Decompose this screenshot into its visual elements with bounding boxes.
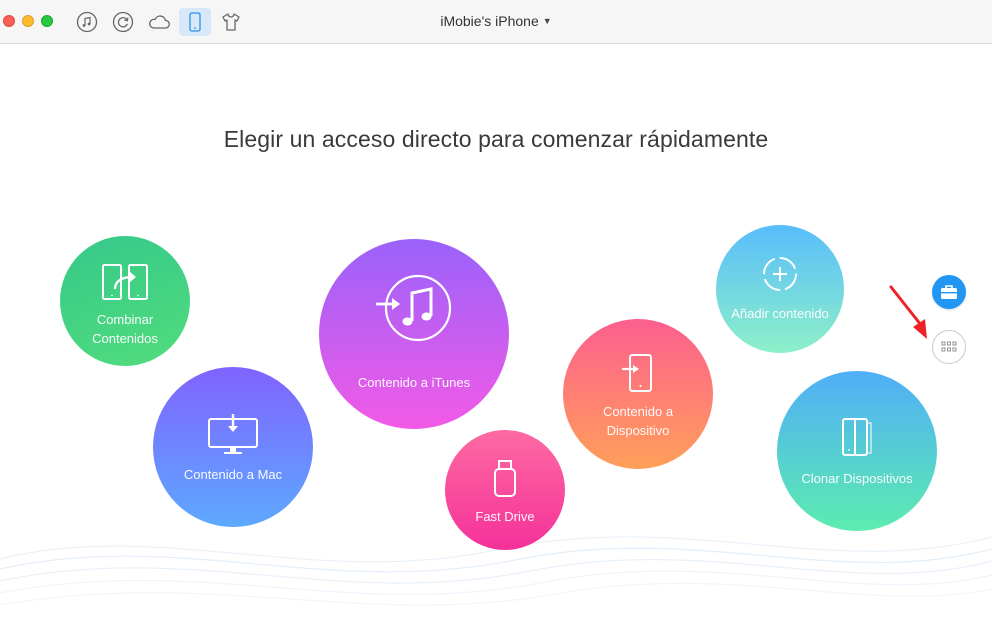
mac-label: Contenido a Mac [183, 466, 283, 482]
anadir-contenido-button[interactable]: Añadir contenido [716, 225, 844, 353]
device-selector[interactable]: iMobie's iPhone ▼ [0, 13, 992, 29]
contenido-a-dispositivo-button[interactable]: Contenido a Dispositivo [563, 319, 713, 469]
contenido-a-mac-button[interactable]: Contenido a Mac [153, 367, 313, 527]
phone-import-icon [622, 353, 652, 392]
dispositivo-label-line2: Dispositivo [606, 422, 670, 438]
monitor-download-icon [208, 413, 258, 454]
clone-devices-icon [842, 417, 872, 456]
annotation-arrow-icon [889, 285, 927, 339]
contenido-a-itunes-button[interactable]: Contenido a iTunes [319, 239, 509, 429]
toolbox-icon [941, 285, 957, 299]
toolbox-button[interactable] [932, 275, 966, 309]
chevron-down-icon: ▼ [542, 16, 552, 26]
combinar-label-line2: Contenidos [92, 330, 158, 346]
title-bar: iMobie's iPhone ▼ [0, 0, 992, 44]
clonar-dispositivos-button[interactable]: Clonar Dispositivos [777, 371, 937, 531]
usb-drive-icon [494, 459, 516, 497]
merge-devices-icon [102, 263, 148, 300]
main-area: Elegir un acceso directo para comenzar r… [0, 45, 992, 619]
page-heading: Elegir un acceso directo para comenzar r… [223, 126, 769, 152]
add-content-icon [763, 256, 797, 291]
combinar-label-line1: Combinar [96, 311, 154, 327]
anadir-label: Añadir contenido [731, 305, 829, 321]
fast-drive-button[interactable]: Fast Drive [445, 430, 565, 550]
itunes-icon [376, 274, 452, 341]
device-name: iMobie's iPhone [440, 13, 539, 29]
dispositivo-label-line1: Contenido a [602, 403, 674, 419]
clonar-label: Clonar Dispositivos [801, 470, 913, 486]
combinar-contenidos-button[interactable]: Combinar Contenidos [60, 236, 190, 366]
grid-icon [941, 341, 957, 352]
fast-drive-label: Fast Drive [475, 508, 535, 524]
all-shortcuts-button[interactable] [932, 330, 966, 364]
itunes-label: Contenido a iTunes [357, 374, 471, 390]
